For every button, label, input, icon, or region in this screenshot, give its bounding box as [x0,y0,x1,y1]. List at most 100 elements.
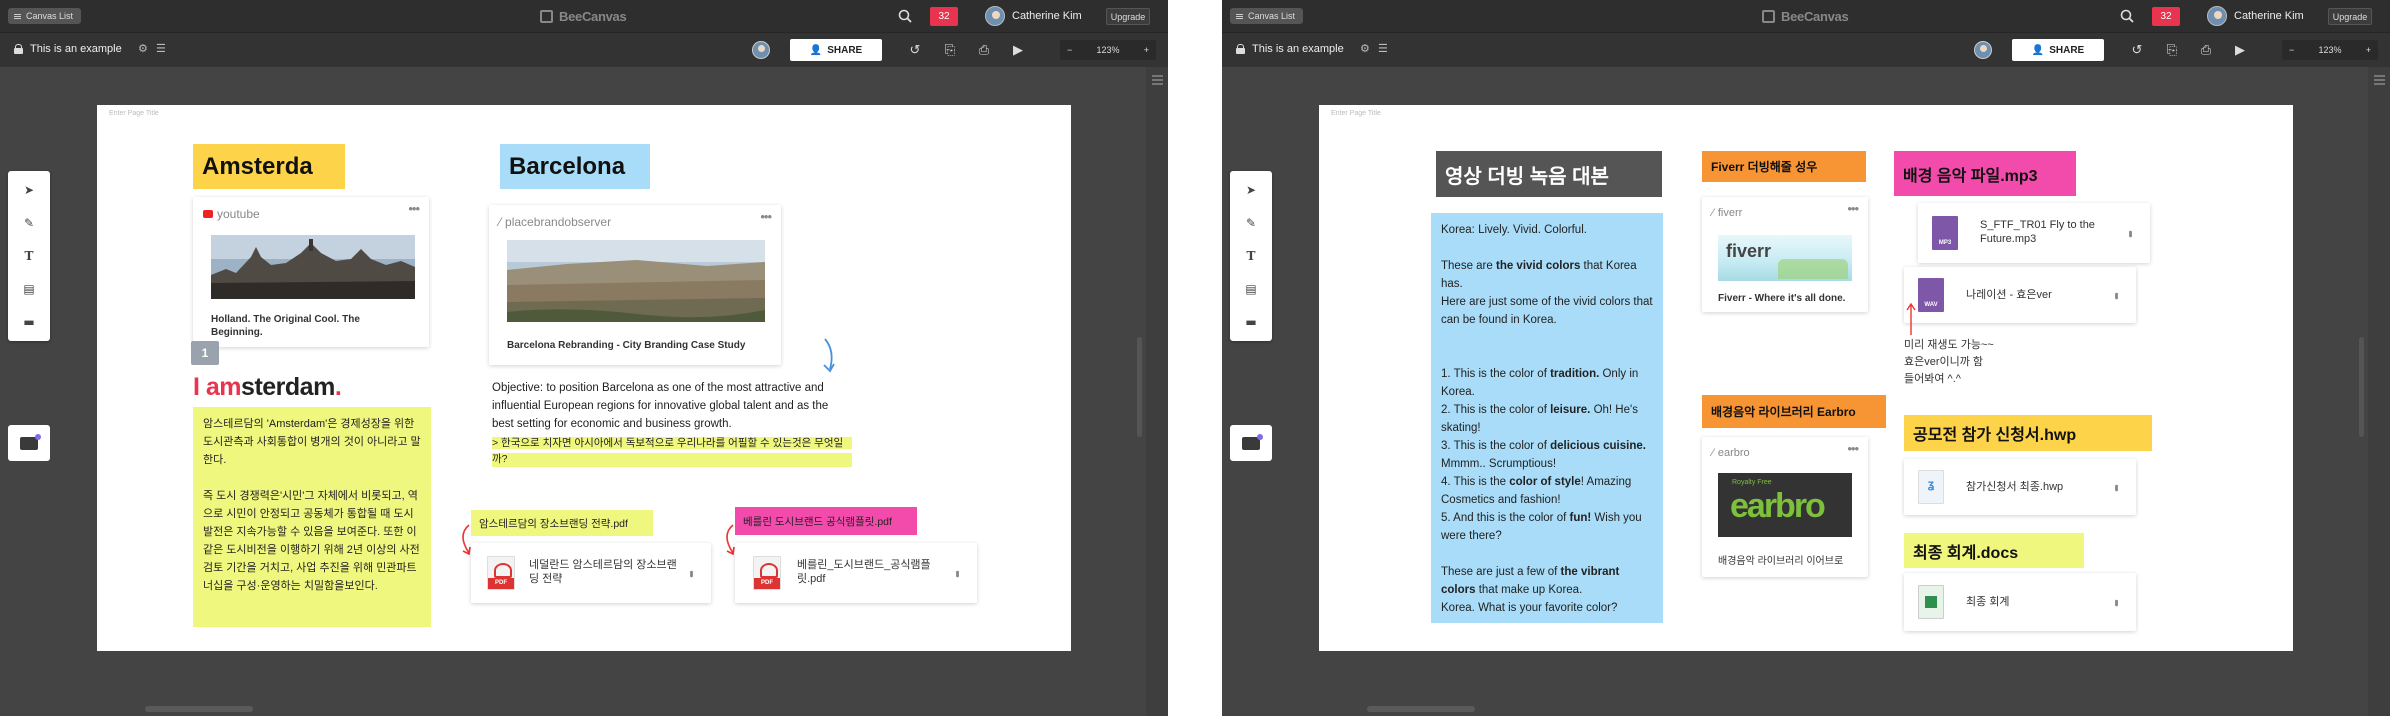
collaborator-avatar[interactable] [1974,41,1992,59]
page-title-input[interactable]: Enter Page Title [109,110,159,117]
gear-icon[interactable]: ⚙ [1360,42,1370,55]
notification-badge[interactable]: 32 [2152,7,2180,26]
more-icon[interactable]: ••• [408,201,420,216]
zoom-level[interactable]: 123% [1096,45,1119,55]
lock-icon[interactable] [1236,44,1245,54]
outline-icon[interactable]: ☰ [156,42,166,55]
search-icon[interactable] [898,9,912,23]
zoom-level[interactable]: 123% [2318,45,2341,55]
lock-icon[interactable] [14,44,23,54]
more-icon[interactable]: ••• [1847,441,1859,456]
placebrand-link-card[interactable]: ⁄ placebrandobserver ••• Barcelona Rebran… [489,205,781,365]
more-icon[interactable]: ••• [951,570,963,576]
folder-button[interactable] [1230,425,1272,461]
barcelona-question-text[interactable]: > 한국으로 치자면 아시아에서 독보적으로 우리나라를 어필할 수 있는것은 … [492,435,852,467]
more-icon[interactable]: ••• [2110,484,2122,490]
history-icon[interactable]: ↺ [2129,42,2145,58]
file-card[interactable]: ʓ 참가신청서 최종.hwp ••• [1904,459,2136,515]
canvas-area[interactable]: Enter Page Title 영상 더빙 녹음 대본 Korea: Live… [1222,67,2390,716]
export-icon[interactable]: ⎘ [2164,42,2180,58]
text-tool-icon[interactable]: T [1241,247,1261,265]
folder-button[interactable] [8,425,50,461]
application-form-header[interactable]: 공모전 참가 신청서.hwp [1904,415,2152,451]
avatar[interactable] [985,6,1005,26]
bgm-header[interactable]: 배경 음악 파일.mp3 [1894,151,2076,196]
page-number-badge[interactable]: 1 [191,341,219,365]
right-panel-toggle[interactable] [1146,67,1168,716]
canvas-list-button[interactable]: Canvas List [1230,8,1304,24]
canvas-page[interactable]: Enter Page Title 영상 더빙 녹음 대본 Korea: Live… [1319,105,2293,651]
fiverr-header[interactable]: Fiverr 더빙해줄 성우 [1702,151,1866,182]
note-tool-icon[interactable]: ▤ [19,280,39,298]
note-tool-icon[interactable]: ▤ [1241,280,1261,298]
beecanvas-logo[interactable]: BeeCanvas [540,8,627,24]
export-icon[interactable]: ⎘ [942,42,958,58]
select-tool-icon[interactable]: ➤ [1241,181,1261,199]
canvas-page[interactable]: Enter Page Title Amsterda Barcelona yout… [97,105,1071,651]
more-icon[interactable]: ••• [2110,599,2122,605]
notification-badge[interactable]: 32 [930,7,958,26]
more-icon[interactable]: ••• [2124,230,2136,236]
print-icon[interactable]: ⎙ [2198,42,2214,58]
file-card[interactable]: MP3 S_FTF_TR01 Fly to the Future.mp3 ••• [1918,203,2150,263]
berlin-pdf-label[interactable]: 베를린 도시브랜드 공식램플릿.pdf [735,507,917,535]
page-title-input[interactable]: Enter Page Title [1331,110,1381,117]
accounting-docs-header[interactable]: 최종 회계.docs [1904,533,2084,568]
comment-tool-icon[interactable]: ▬ [1241,313,1261,331]
youtube-link-card[interactable]: youtube ••• Holland. The Original Cool. … [193,197,429,347]
user-name[interactable]: Catherine Kim [1012,10,1082,22]
gear-icon[interactable]: ⚙ [138,42,148,55]
link-tool-icon[interactable]: ⚭ [19,346,39,364]
right-panel-toggle[interactable] [2368,67,2390,716]
comment-tool-icon[interactable]: ▬ [19,313,39,331]
amsterdam-header[interactable]: Amsterda [193,144,345,189]
more-icon[interactable]: ••• [760,209,772,224]
avatar[interactable] [2207,6,2227,26]
upgrade-button[interactable]: Upgrade [1106,8,1150,25]
canvas-list-button[interactable]: Canvas List [8,8,82,24]
canvas-area[interactable]: Enter Page Title Amsterda Barcelona yout… [0,67,1168,716]
outline-icon[interactable]: ☰ [1378,42,1388,55]
search-icon[interactable] [2120,9,2134,23]
zoom-out-button[interactable]: − [1067,45,1072,55]
handwritten-note[interactable]: 미리 재생도 가능~~ 효은ver이니까 함 들어봐여 ^.^ [1904,337,2044,388]
present-icon[interactable]: ▶ [2232,42,2248,58]
pen-tool-icon[interactable]: ✎ [1241,214,1261,232]
upload-tool-icon[interactable]: ⇪ [1241,377,1261,395]
share-button[interactable]: 👤 SHARE [2012,39,2104,61]
vertical-scrollbar[interactable] [1137,337,1142,437]
earbro-header[interactable]: 배경음악 라이브러리 Earbro [1702,395,1886,428]
file-card[interactable]: PDF 네덜란드 암스테르담의 장소브랜딩 전략 ••• [471,543,711,603]
more-icon[interactable]: ••• [2110,292,2122,298]
share-button[interactable]: 👤 SHARE [790,39,882,61]
file-card[interactable]: PDF 베를린_도시브랜드_공식램플릿.pdf ••• [735,543,977,603]
present-icon[interactable]: ▶ [1010,42,1026,58]
fiverr-link-card[interactable]: ⁄ fiverr ••• fiverr Fiverr - Where it's a… [1702,197,1868,312]
amsterdam-pdf-label[interactable]: 암스테르담의 장소브랜딩 전략.pdf [471,510,653,536]
beecanvas-logo[interactable]: BeeCanvas [1762,8,1849,24]
vertical-scrollbar[interactable] [2359,337,2364,437]
horizontal-scrollbar[interactable] [145,706,253,712]
more-icon[interactable]: ••• [1847,201,1859,216]
canvas-title[interactable]: This is an example [30,43,122,55]
canvas-title[interactable]: This is an example [1252,43,1344,55]
user-name[interactable]: Catherine Kim [2234,10,2304,22]
history-icon[interactable]: ↺ [907,42,923,58]
dubbing-script-header[interactable]: 영상 더빙 녹음 대본 [1436,151,1662,197]
collaborator-avatar[interactable] [752,41,770,59]
text-tool-icon[interactable]: T [19,247,39,265]
zoom-in-button[interactable]: + [1144,45,1149,55]
more-icon[interactable]: ••• [685,570,697,576]
print-icon[interactable]: ⎙ [976,42,992,58]
horizontal-scrollbar[interactable] [1367,706,1475,712]
upload-tool-icon[interactable]: ⇪ [19,377,39,395]
dubbing-script-note[interactable]: Korea: Lively. Vivid. Colorful. These ar… [1431,213,1663,623]
amsterdam-note[interactable]: 암스테르담의 'Amsterdam'은 경제성장을 위한 도시관측과 사회통합이… [193,407,431,627]
zoom-out-button[interactable]: − [2289,45,2294,55]
upgrade-button[interactable]: Upgrade [2328,8,2372,25]
file-card[interactable]: WAV 나레이션 - 효은ver ••• [1904,267,2136,323]
pen-tool-icon[interactable]: ✎ [19,214,39,232]
earbro-link-card[interactable]: ⁄ earbro ••• Royalty Free earbro 배경음악 라이브… [1702,437,1868,577]
zoom-in-button[interactable]: + [2366,45,2371,55]
barcelona-header[interactable]: Barcelona [500,144,650,189]
